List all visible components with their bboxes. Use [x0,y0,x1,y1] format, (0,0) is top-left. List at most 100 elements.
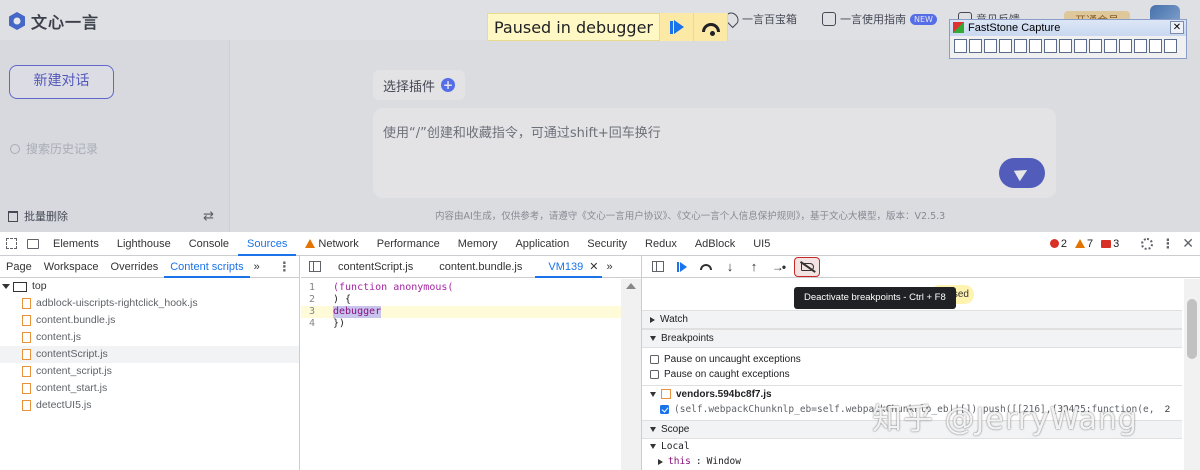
trash-icon[interactable] [8,210,18,222]
inspect-element-button[interactable] [0,233,22,255]
devtools-tab-performance[interactable]: Performance [368,232,449,256]
close-tab-icon[interactable]: ✕ [589,261,598,273]
tree-file-item[interactable]: detectUI5.js [0,397,299,414]
devtools-tab-memory[interactable]: Memory [449,232,507,256]
tree-file-item[interactable]: content.bundle.js [0,312,299,329]
code-line[interactable]: 4}) [301,318,641,330]
toggle-debugger-sidebar-button[interactable] [650,259,666,275]
step-out-button[interactable]: ↑ [746,259,762,275]
devtools-tab-redux[interactable]: Redux [636,232,686,256]
line-number[interactable]: 1 [301,282,333,294]
editor-tab-content-bundle-js[interactable]: content.bundle.js [426,256,535,278]
faststone-tool-icon[interactable] [1029,39,1042,53]
resume-script-button[interactable] [674,259,690,275]
devtools-tab-security[interactable]: Security [578,232,636,256]
faststone-tool-icon[interactable] [999,39,1012,53]
tree-file-item[interactable]: content_script.js [0,363,299,380]
swap-icon[interactable]: ⇄ [203,209,214,224]
tree-file-item[interactable]: content.js [0,329,299,346]
line-number[interactable]: 2 [301,294,333,306]
faststone-tool-icon[interactable] [984,39,997,53]
editor-tab-vm139[interactable]: VM139 ✕ [535,256,603,278]
navigator-tab-page[interactable]: Page [0,256,38,278]
faststone-tool-icon[interactable] [969,39,982,53]
new-chat-button[interactable]: 新建对话 [9,65,114,99]
faststone-tool-icon[interactable] [1149,39,1162,53]
editor-tab-label: contentScript.js [338,260,414,273]
warning-count[interactable]: 7 [1075,238,1093,250]
tree-top-frame[interactable]: top [0,278,299,295]
editor-tab-contentscript-js[interactable]: contentScript.js [325,256,426,278]
step-over-button[interactable] [698,259,714,275]
faststone-tool-icon[interactable] [1059,39,1072,53]
resume-button[interactable] [659,13,693,41]
toggle-navigator-icon[interactable] [309,261,321,272]
close-devtools-icon[interactable]: ✕ [1182,235,1194,252]
plugin-select-button[interactable]: 选择插件 + [373,70,466,100]
faststone-tool-icon[interactable] [1074,39,1087,53]
pause-caught-row[interactable]: Pause on caught exceptions [642,367,1182,382]
logo[interactable]: 文心一言 [8,9,99,33]
pause-uncaught-checkbox[interactable] [650,355,659,364]
devtools-tab-lighthouse[interactable]: Lighthouse [108,232,180,256]
deactivate-breakpoints-button[interactable] [794,256,820,277]
more-options-icon[interactable]: ⋮ [1161,236,1174,252]
watch-section-header[interactable]: Watch [642,310,1182,329]
device-toolbar-button[interactable] [22,233,44,255]
line-number[interactable]: 4 [301,318,333,330]
issues-count[interactable]: 3 [1101,238,1119,250]
step-into-button[interactable]: ↓ [722,259,738,275]
devtools-tab-sources[interactable]: Sources [238,232,297,256]
breakpoints-section-header[interactable]: Breakpoints [642,329,1182,348]
header-link-toolbox[interactable]: 一言百宝箱 [722,9,797,29]
line-number[interactable]: 3 [301,306,333,318]
navigator-menu-icon[interactable]: ⋮ [278,259,291,275]
more-tabs-chevron-icon[interactable]: » [250,261,264,273]
faststone-tool-icon[interactable] [1164,39,1177,53]
tree-file-item[interactable]: adblock-uiscripts-rightclick_hook.js [0,295,299,312]
navigator-tab-content-scripts[interactable]: Content scripts [164,256,250,278]
devtools-tab-elements[interactable]: Elements [44,232,108,256]
close-icon[interactable]: ✕ [1170,21,1184,34]
faststone-title-bar[interactable]: FastStone Capture ✕ [950,20,1186,36]
debugger-scrollbar[interactable] [1184,279,1200,470]
step-over-button[interactable] [693,13,727,41]
faststone-tool-icon[interactable] [1089,39,1102,53]
error-count[interactable]: 2 [1049,238,1067,250]
faststone-tool-icon[interactable] [1134,39,1147,53]
editor-scrollbar[interactable] [621,279,641,470]
header-link-guide[interactable]: 一言使用指南 NEW [822,11,937,27]
settings-gear-icon[interactable] [1141,237,1154,250]
faststone-tool-icon[interactable] [1014,39,1027,53]
send-button[interactable] [999,158,1045,188]
faststone-tool-icon[interactable] [1104,39,1117,53]
more-editor-tabs-chevron-icon[interactable]: » [602,261,616,273]
devtools-tab-adblock[interactable]: AdBlock [686,232,744,256]
faststone-tool-icon[interactable] [1119,39,1132,53]
scope-this-row[interactable]: this: Window [642,454,1182,469]
scrollbar-thumb[interactable] [1187,299,1197,359]
faststone-tool-icon[interactable] [1044,39,1057,53]
batch-delete-label[interactable]: 批量删除 [24,208,68,224]
tree-file-item[interactable]: contentScript.js [0,346,299,363]
pause-caught-checkbox[interactable] [650,370,659,379]
navigator-tab-overrides[interactable]: Overrides [105,256,165,278]
history-search[interactable]: 搜索历史记录 [10,140,98,157]
breakpoint-enabled-checkbox[interactable] [660,405,669,414]
tree-file-item[interactable]: content_start.js [0,380,299,397]
scroll-up-arrow-icon[interactable] [626,283,636,289]
code-line[interactable]: 1 (function anonymous( [301,282,641,294]
step-button[interactable]: →• [770,259,786,275]
prompt-input[interactable]: 使用“/”创建和收藏指令，可通过shift+回车换行 [373,108,1056,198]
code-view[interactable]: 1 (function anonymous(2) {3 debugger 4}) [301,278,641,330]
devtools-tab-application[interactable]: Application [506,232,578,256]
devtools-tab-ui5[interactable]: UI5 [744,232,779,256]
local-scope-row[interactable]: Local [642,439,1182,454]
navigator-tab-workspace[interactable]: Workspace [38,256,105,278]
code-line[interactable]: 2) { [301,294,641,306]
faststone-tool-icon[interactable] [954,39,967,53]
devtools-tab-console[interactable]: Console [180,232,238,256]
devtools-tab-network[interactable]: Network [296,232,367,256]
code-line[interactable]: 3 debugger [301,306,641,318]
pause-uncaught-row[interactable]: Pause on uncaught exceptions [642,352,1182,367]
